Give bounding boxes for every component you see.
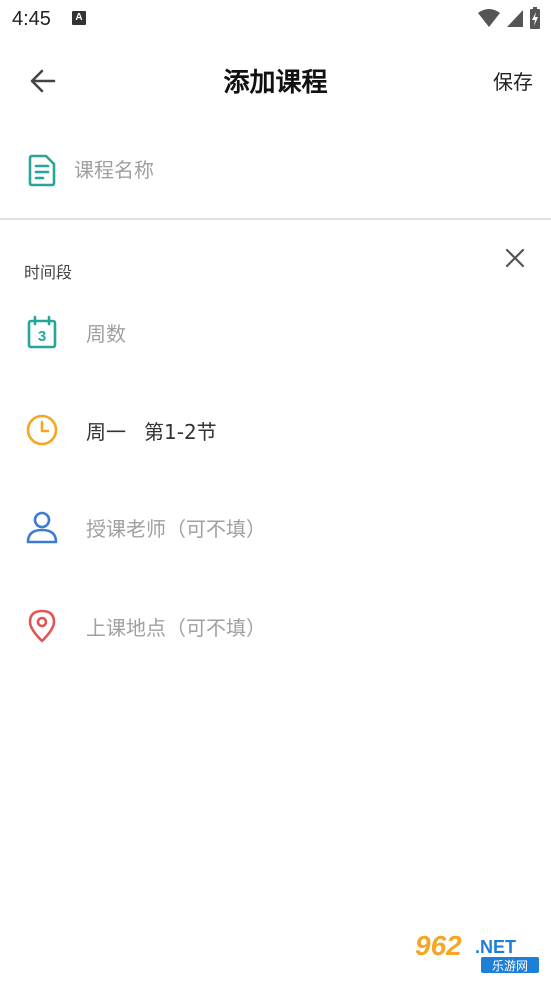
notification-icon: A [72,11,86,25]
signal-icon [507,10,523,27]
svg-text:乐游网: 乐游网 [492,959,528,973]
teacher-label: 授课老师（可不填） [86,517,266,541]
clock-icon [26,414,58,446]
location-label: 上课地点（可不填） [86,616,266,640]
schedule-value: 周一 第1-2节 [86,416,217,445]
calendar-icon: 3 [27,315,57,349]
watermark-logo: 962 .NET 乐游网 [409,927,543,975]
time-section-label: 时间段 [24,263,73,282]
status-time: 4:45 [12,8,51,30]
document-icon [28,154,56,187]
calendar-number: 3 [38,328,46,345]
save-button[interactable]: 保存 [493,66,533,95]
schedule-day: 周一 [86,420,126,444]
page-title: 添加课程 [223,68,328,98]
weeks-row[interactable]: 3 周数 [0,302,551,362]
teacher-row[interactable]: 授课老师（可不填） [0,497,551,557]
battery-icon [530,7,540,29]
course-name-row [0,130,551,210]
svg-text:.NET: .NET [475,937,516,957]
course-name-input[interactable] [74,152,514,188]
schedule-row[interactable]: 周一 第1-2节 [0,400,551,460]
remove-time-section-button[interactable] [501,244,529,272]
location-row[interactable]: 上课地点（可不填） [0,596,551,656]
weeks-label: 周数 [86,322,126,346]
person-icon [26,511,58,544]
status-icons [477,6,541,30]
status-bar: 4:45 A [0,0,551,40]
location-pin-icon [28,609,56,643]
divider [0,218,551,220]
toolbar: 添加课程 保存 [0,40,551,120]
close-icon [505,248,525,268]
svg-text:962: 962 [415,930,462,961]
schedule-period: 第1-2节 [144,420,217,444]
wifi-icon [478,9,500,27]
